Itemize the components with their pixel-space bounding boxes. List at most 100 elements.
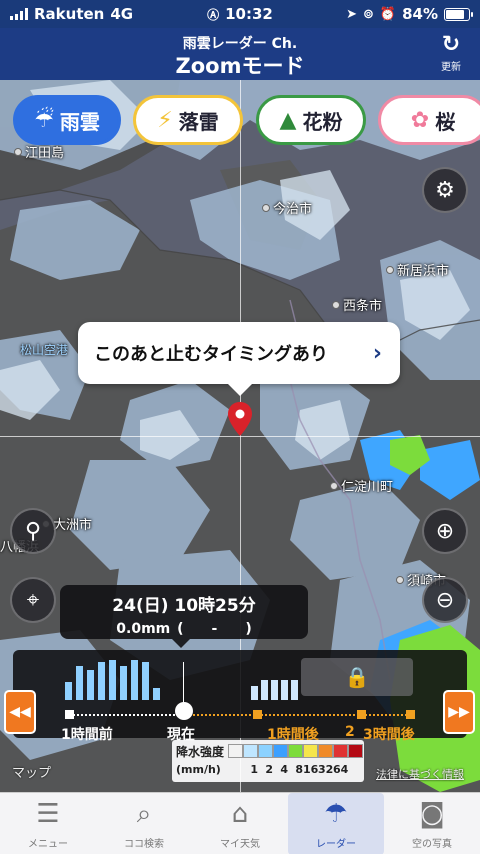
rain-stop-notice[interactable]: このあと止むタイミングあり › — [78, 322, 400, 396]
legend-title: 降水強度 — [176, 745, 225, 759]
pushpin-icon: ⚲ — [24, 518, 42, 544]
legend-value: 1 — [250, 763, 258, 776]
tab-label: レーダー — [316, 839, 356, 850]
legend-value: 2 — [265, 763, 273, 776]
place-label: 西条市 — [343, 299, 383, 314]
place-saijo[interactable]: 西条市 — [332, 295, 382, 314]
legend-swatch — [288, 744, 303, 758]
refresh-icon: ↻ — [441, 32, 461, 57]
tab-radar[interactable]: ☂ レーダー — [288, 793, 384, 854]
search-icon: ⌕ — [136, 799, 152, 829]
precip-bar-future — [261, 680, 268, 700]
place-label: 大洲市 — [53, 518, 93, 533]
pin-location-button[interactable]: ⚲ — [10, 508, 56, 554]
legend-value: 16 — [303, 763, 319, 776]
city-marker-icon — [262, 203, 270, 212]
zoom-out-icon: ⊖ — [435, 587, 455, 613]
map-settings-button[interactable]: ⚙ — [422, 167, 468, 213]
track-mark — [406, 710, 415, 719]
home-icon: ⌂ — [231, 799, 249, 829]
precip-bar-future — [291, 680, 298, 700]
track-mark — [253, 710, 262, 719]
tab-label: ココ検索 — [124, 839, 164, 850]
status-time: 10:32 — [225, 5, 273, 23]
place-label: 松山空港 — [20, 343, 69, 357]
crosshair-horizontal — [0, 436, 480, 437]
chevron-right-icon: › — [372, 340, 382, 366]
precip-bar-future — [271, 680, 278, 700]
tab-menu[interactable]: ☰ メニュー — [0, 793, 96, 854]
category-sakura-button[interactable]: ✿ 桜 — [378, 95, 480, 145]
fast-forward-button[interactable]: ▶▶ — [443, 690, 475, 734]
category-thunder-button[interactable]: ⚡ 落雷 — [133, 95, 243, 145]
legend-swatch — [258, 744, 273, 758]
timeline-panel[interactable]: 🔒 ◀◀ ▶▶ 1時間前 現在 1時間後 2 3時間後 — [4, 650, 475, 743]
apple-maps-attribution: マップ — [12, 762, 51, 781]
category-pollen-button[interactable]: ▲ 花粉 — [256, 95, 366, 145]
refresh-button[interactable]: ↻ 更新 — [434, 32, 468, 74]
battery-icon — [444, 7, 473, 21]
crosshair-target-icon: ⌖ — [26, 587, 40, 613]
place-label: 今治市 — [273, 202, 313, 217]
legend-value-spacer — [228, 763, 243, 776]
legend-swatch — [318, 744, 333, 758]
label-future-3: 3時間後 — [363, 727, 415, 743]
lock-rotation-icon: ⊚ — [363, 6, 374, 22]
tab-search[interactable]: ⌕ ココ検索 — [96, 793, 192, 854]
lightning-icon: ⚡ — [157, 107, 173, 133]
selected-datetime: 24(日) 10時25分 — [112, 596, 256, 616]
radar-map[interactable]: 今治市 新居浜市 西条市 松山空港 仁淀川町 大洲市 須崎市 八幡浜 江田島 ☔… — [0, 80, 480, 792]
place-matsuyama-airport[interactable]: 松山空港 — [20, 341, 68, 358]
tab-label: 空の写真 — [412, 839, 452, 850]
legend-value: 4 — [280, 763, 288, 776]
place-label: 新居浜市 — [397, 264, 450, 279]
legend-value: 32 — [318, 763, 334, 776]
precip-bar-future — [281, 680, 288, 700]
legend-swatch — [228, 744, 243, 758]
menu-icon: ☰ — [36, 799, 60, 829]
city-marker-icon — [386, 265, 394, 274]
category-label: 桜 — [435, 109, 456, 134]
app-header: 雨雲レーダー Ch. Zoomモード ↻ 更新 — [0, 28, 480, 80]
legend-swatch — [333, 744, 348, 758]
precip-bar-past — [142, 662, 149, 700]
legend-swatches — [228, 744, 363, 758]
tab-sky-photo[interactable]: ◙ 空の写真 — [384, 793, 480, 854]
category-label: 落雷 — [178, 109, 219, 134]
category-rain-button[interactable]: ☔ 雨雲 — [13, 95, 121, 145]
tab-label: マイ天気 — [220, 839, 260, 850]
sakura-icon: ✿ — [410, 107, 430, 133]
city-marker-icon — [330, 481, 338, 490]
label-future-2: 2 — [345, 724, 355, 740]
tab-my-weather[interactable]: ⌂ マイ天気 — [192, 793, 288, 854]
precip-bar-past — [120, 666, 127, 700]
tab-bar: ☰ メニュー ⌕ ココ検索 ⌂ マイ天気 ☂ レーダー ◙ 空の写真 — [0, 792, 480, 854]
umbrella-icon: ☂ — [324, 799, 348, 829]
tab-label: メニュー — [28, 839, 68, 850]
label-past: 1時間前 — [61, 727, 113, 743]
location-pin-icon[interactable] — [228, 402, 252, 436]
place-niyodogawa[interactable]: 仁淀川町 — [330, 476, 393, 495]
refresh-label: 更新 — [441, 62, 461, 73]
place-niihama[interactable]: 新居浜市 — [386, 260, 449, 279]
location-arrow-icon: ➤ — [346, 6, 357, 22]
place-label: 仁淀川町 — [341, 480, 394, 495]
zoom-in-icon: ⊕ — [435, 518, 455, 544]
zoom-out-button[interactable]: ⊖ — [422, 577, 468, 623]
legend-value: 64 — [333, 763, 349, 776]
timeline-track[interactable] — [65, 708, 415, 722]
city-marker-icon — [14, 147, 22, 156]
precip-bar-past — [98, 662, 105, 700]
zoom-in-button[interactable]: ⊕ — [422, 508, 468, 554]
place-imabari[interactable]: 今治市 — [262, 198, 312, 217]
category-label: 雨雲 — [59, 109, 100, 134]
rewind-button[interactable]: ◀◀ — [4, 690, 36, 734]
current-location-button[interactable]: ⌖ — [10, 577, 56, 623]
legend-values: 1 2 4 8 16 32 64 — [228, 763, 348, 776]
timeline-slider-handle[interactable] — [175, 702, 193, 720]
page-title: Zoomモード — [175, 54, 305, 78]
selected-time-tooltip: 24(日) 10時25分 0.0mm ( - ) — [60, 585, 308, 648]
track-mark — [65, 710, 74, 719]
legal-link[interactable]: 法律に基づく情報 — [376, 766, 464, 782]
premium-lock[interactable]: 🔒 — [301, 658, 413, 696]
